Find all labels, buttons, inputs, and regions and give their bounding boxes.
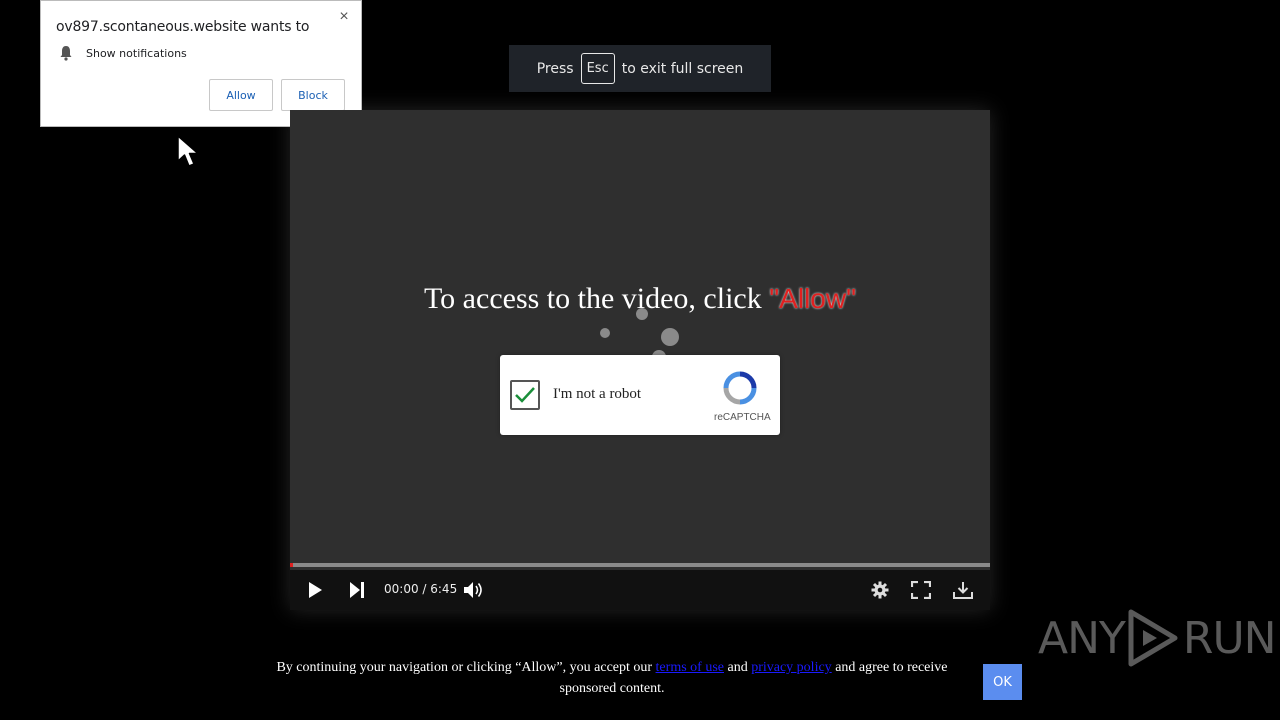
volume-icon[interactable]: [462, 580, 486, 600]
video-time: 00:00 / 6:45: [384, 582, 458, 596]
permission-row: Show notifications: [59, 45, 187, 61]
loading-spinner-dot: [661, 328, 679, 346]
consent-text-before: By continuing your navigation or clickin…: [276, 660, 653, 675]
anyrun-watermark: ANY RUN: [1038, 608, 1277, 668]
notification-title: ov897.scontaneous.website wants to: [56, 19, 310, 35]
recaptcha-widget: I'm not a robot reCAPTCHA: [500, 355, 780, 435]
mouse-cursor-icon: [176, 134, 210, 175]
settings-gear-icon[interactable]: [869, 580, 891, 600]
notification-permission-popup: ov897.scontaneous.website wants to × Sho…: [40, 0, 362, 127]
headline-text: To access to the video, click: [423, 282, 762, 315]
consent-notice: By continuing your navigation or clickin…: [262, 657, 962, 699]
captcha-label: I'm not a robot: [553, 386, 642, 402]
fullscreen-exit-toast: Press Esc to exit full screen: [509, 45, 771, 92]
toast-prefix: Press: [536, 60, 574, 77]
privacy-policy-link[interactable]: privacy policy: [751, 660, 831, 675]
headline-allow-accent: "Allow": [769, 283, 857, 314]
bell-icon: [59, 45, 73, 61]
play-logo-icon: [1128, 609, 1178, 667]
permission-label: Show notifications: [86, 46, 187, 60]
ok-button[interactable]: OK: [983, 664, 1022, 700]
terms-of-use-link[interactable]: terms of use: [656, 660, 724, 675]
download-icon[interactable]: [952, 580, 974, 600]
checkmark-icon: [515, 387, 535, 403]
consent-text-middle: and: [727, 660, 748, 675]
block-button[interactable]: Block: [281, 79, 345, 111]
watermark-right: RUN: [1182, 612, 1277, 664]
video-access-headline: To access to the video, click "Allow": [290, 282, 990, 316]
recaptcha-icon: [723, 371, 757, 405]
recaptcha-brand: reCAPTCHA: [714, 412, 771, 423]
video-progress-bar[interactable]: [290, 563, 990, 567]
recaptcha-logo: reCAPTCHA: [714, 371, 771, 423]
play-icon[interactable]: [304, 580, 326, 600]
video-player[interactable]: To access to the video, click "Allow" I'…: [290, 110, 990, 610]
fullscreen-icon[interactable]: [910, 580, 932, 600]
watermark-left: ANY: [1038, 612, 1126, 664]
close-icon[interactable]: ×: [336, 9, 352, 25]
captcha-checkbox[interactable]: [510, 380, 540, 410]
player-controls: 00:00 / 6:45: [290, 570, 990, 610]
esc-key-hint: Esc: [580, 53, 615, 84]
allow-button[interactable]: Allow: [209, 79, 273, 111]
toast-suffix: to exit full screen: [621, 60, 744, 77]
loading-spinner-dot: [600, 328, 610, 338]
next-icon[interactable]: [346, 580, 368, 600]
progress-played: [290, 563, 293, 567]
